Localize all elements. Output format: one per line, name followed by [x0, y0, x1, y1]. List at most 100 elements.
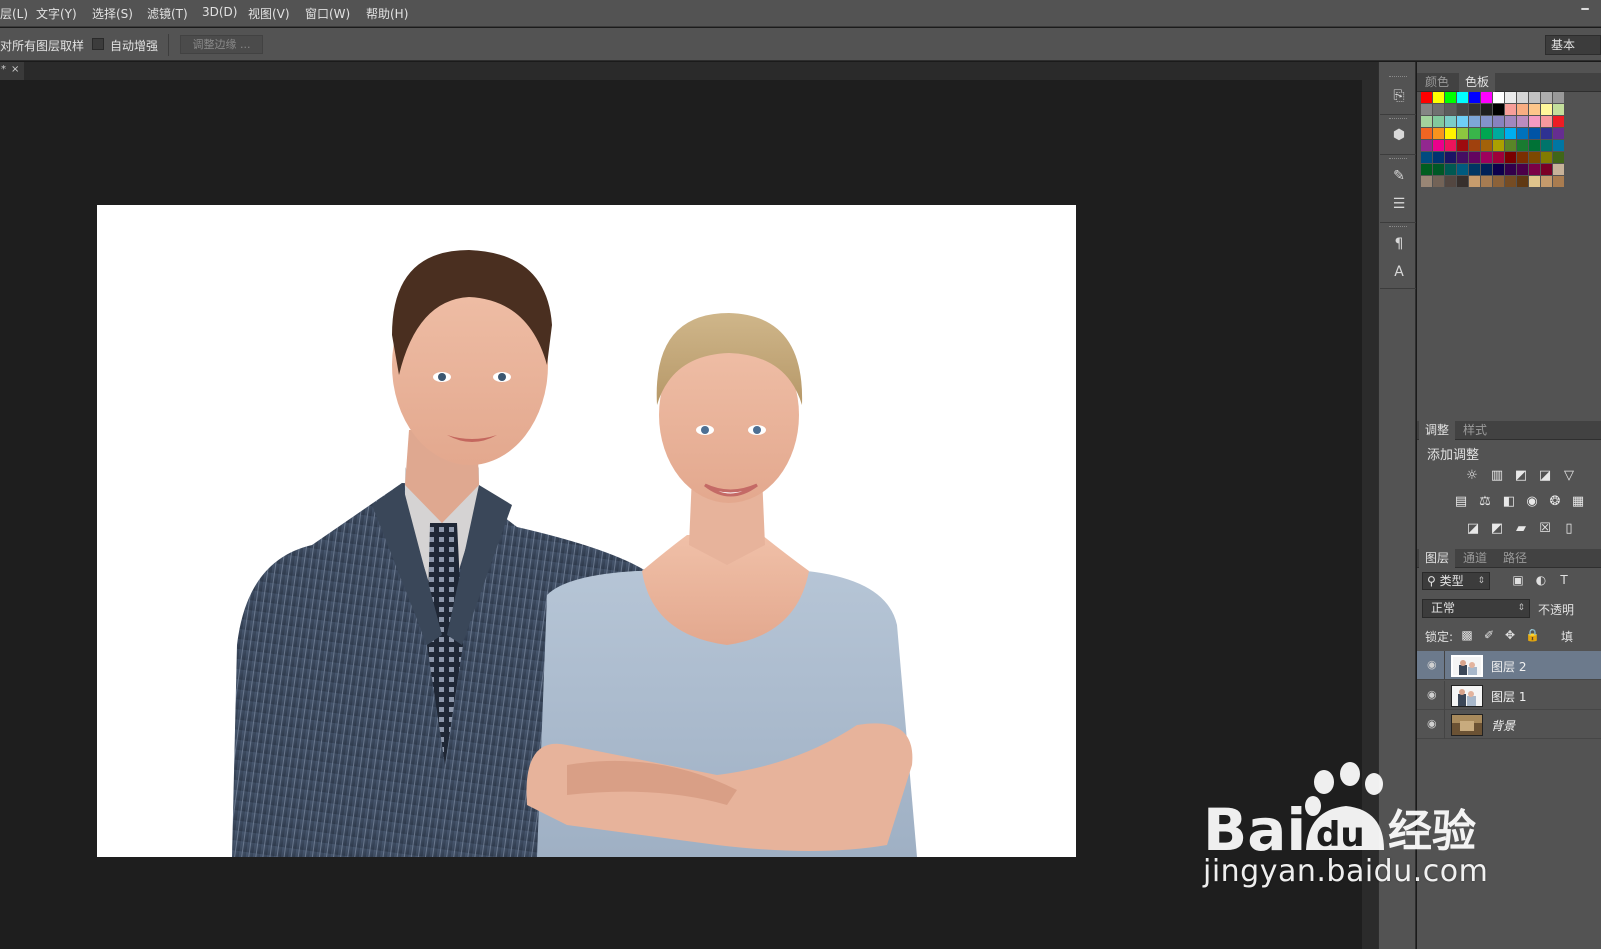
color-swatch[interactable] — [1529, 164, 1540, 175]
color-swatch[interactable] — [1493, 104, 1504, 115]
blend-mode-select[interactable]: 正常 ⇕ — [1422, 599, 1530, 618]
color-swatch[interactable] — [1433, 164, 1444, 175]
color-swatch[interactable] — [1517, 140, 1528, 151]
visibility-eye-icon[interactable]: ◉ — [1427, 659, 1439, 671]
color-swatch[interactable] — [1541, 104, 1552, 115]
color-swatch[interactable] — [1553, 164, 1564, 175]
auto-enhance-label[interactable]: 自动增强 — [110, 37, 158, 54]
exposure-icon[interactable]: ◪ — [1537, 468, 1553, 484]
invert-icon[interactable]: ◪ — [1465, 521, 1481, 537]
minimize-button[interactable]: ━ — [1574, 3, 1596, 21]
history-icon[interactable]: ⎘ — [1389, 86, 1409, 106]
lock-all-icon[interactable]: 🔒 — [1525, 628, 1540, 642]
document-tab[interactable]: * × — [0, 62, 24, 80]
color-swatch[interactable] — [1445, 128, 1456, 139]
color-swatch[interactable] — [1457, 164, 1468, 175]
color-swatch[interactable] — [1469, 176, 1480, 187]
color-swatch[interactable] — [1505, 164, 1516, 175]
tab-layers[interactable]: 图层 — [1419, 549, 1456, 568]
color-swatch[interactable] — [1421, 92, 1432, 103]
color-swatch[interactable] — [1493, 128, 1504, 139]
color-swatch[interactable] — [1433, 128, 1444, 139]
tab-swatches[interactable]: 色板 — [1459, 73, 1496, 92]
tab-paths[interactable]: 路径 — [1497, 549, 1533, 568]
color-swatch[interactable] — [1505, 176, 1516, 187]
color-swatch[interactable] — [1541, 92, 1552, 103]
menu-window[interactable]: 窗口(W) — [305, 5, 350, 22]
color-swatch[interactable] — [1445, 164, 1456, 175]
color-swatch[interactable] — [1421, 140, 1432, 151]
color-swatch[interactable] — [1505, 104, 1516, 115]
channel-mixer-icon[interactable]: ❂ — [1547, 494, 1563, 510]
color-swatch[interactable] — [1493, 116, 1504, 127]
color-swatch[interactable] — [1529, 128, 1540, 139]
color-swatch[interactable] — [1469, 104, 1480, 115]
gradient-map-icon[interactable]: ▯ — [1561, 521, 1577, 537]
type-filter-icon[interactable]: T — [1557, 573, 1571, 587]
color-swatch[interactable] — [1505, 152, 1516, 163]
color-swatch[interactable] — [1469, 128, 1480, 139]
tab-styles[interactable]: 样式 — [1457, 421, 1493, 440]
color-swatch[interactable] — [1433, 176, 1444, 187]
color-swatch[interactable] — [1529, 116, 1540, 127]
color-swatch[interactable] — [1505, 116, 1516, 127]
color-swatch[interactable] — [1553, 92, 1564, 103]
adjustment-filter-icon[interactable]: ◐ — [1534, 573, 1548, 587]
hue-saturation-icon[interactable]: ▤ — [1453, 494, 1469, 510]
layer-name[interactable]: 图层 2 — [1491, 658, 1526, 675]
color-swatch[interactable] — [1421, 164, 1432, 175]
strip-grip[interactable] — [1389, 76, 1407, 78]
brush-preset-icon[interactable]: ✎ — [1389, 166, 1409, 186]
menu-layer[interactable]: 层(L) — [0, 5, 28, 22]
pixel-filter-icon[interactable]: ▣ — [1511, 573, 1525, 587]
color-swatch[interactable] — [1457, 104, 1468, 115]
color-swatch[interactable] — [1457, 128, 1468, 139]
color-swatch[interactable] — [1469, 152, 1480, 163]
color-swatch[interactable] — [1457, 140, 1468, 151]
layer-name[interactable]: 背景 — [1491, 717, 1515, 734]
color-swatch[interactable] — [1541, 152, 1552, 163]
color-swatch[interactable] — [1541, 164, 1552, 175]
color-swatch[interactable] — [1433, 152, 1444, 163]
menu-type[interactable]: 文字(Y) — [36, 5, 77, 22]
color-swatch[interactable] — [1445, 152, 1456, 163]
color-swatch[interactable] — [1529, 176, 1540, 187]
lock-position-icon[interactable]: ✥ — [1503, 628, 1517, 642]
color-swatch[interactable] — [1421, 176, 1432, 187]
color-swatch[interactable] — [1553, 104, 1564, 115]
color-swatch[interactable] — [1469, 140, 1480, 151]
strip-grip[interactable] — [1389, 226, 1407, 228]
visibility-eye-icon[interactable]: ◉ — [1427, 718, 1439, 730]
color-swatch[interactable] — [1505, 140, 1516, 151]
color-swatch[interactable] — [1505, 92, 1516, 103]
color-swatch[interactable] — [1517, 152, 1528, 163]
color-swatch[interactable] — [1445, 92, 1456, 103]
color-swatch[interactable] — [1517, 128, 1528, 139]
layer-name[interactable]: 图层 1 — [1491, 688, 1526, 705]
close-tab-icon[interactable]: × — [11, 62, 19, 78]
color-swatch[interactable] — [1529, 92, 1540, 103]
color-swatch[interactable] — [1493, 164, 1504, 175]
color-swatch[interactable] — [1445, 116, 1456, 127]
color-swatch[interactable] — [1481, 116, 1492, 127]
color-swatch[interactable] — [1517, 164, 1528, 175]
color-swatch[interactable] — [1493, 176, 1504, 187]
color-swatch[interactable] — [1457, 176, 1468, 187]
color-swatch[interactable] — [1433, 104, 1444, 115]
menu-select[interactable]: 选择(S) — [92, 5, 133, 22]
color-swatch[interactable] — [1421, 104, 1432, 115]
color-swatch[interactable] — [1457, 92, 1468, 103]
color-swatch[interactable] — [1541, 176, 1552, 187]
strip-grip[interactable] — [1389, 118, 1407, 120]
tab-channels[interactable]: 通道 — [1457, 549, 1493, 568]
color-swatch[interactable] — [1481, 164, 1492, 175]
color-swatch[interactable] — [1457, 152, 1468, 163]
menu-3d[interactable]: 3D(D) — [202, 5, 237, 19]
selective-color-icon[interactable]: ☒ — [1537, 521, 1553, 537]
strip-grip[interactable] — [1389, 158, 1407, 160]
menu-view[interactable]: 视图(V) — [248, 5, 290, 22]
color-swatch[interactable] — [1493, 140, 1504, 151]
color-swatch[interactable] — [1505, 128, 1516, 139]
brush-settings-icon[interactable]: ☰ — [1389, 194, 1409, 214]
color-swatch[interactable] — [1493, 92, 1504, 103]
